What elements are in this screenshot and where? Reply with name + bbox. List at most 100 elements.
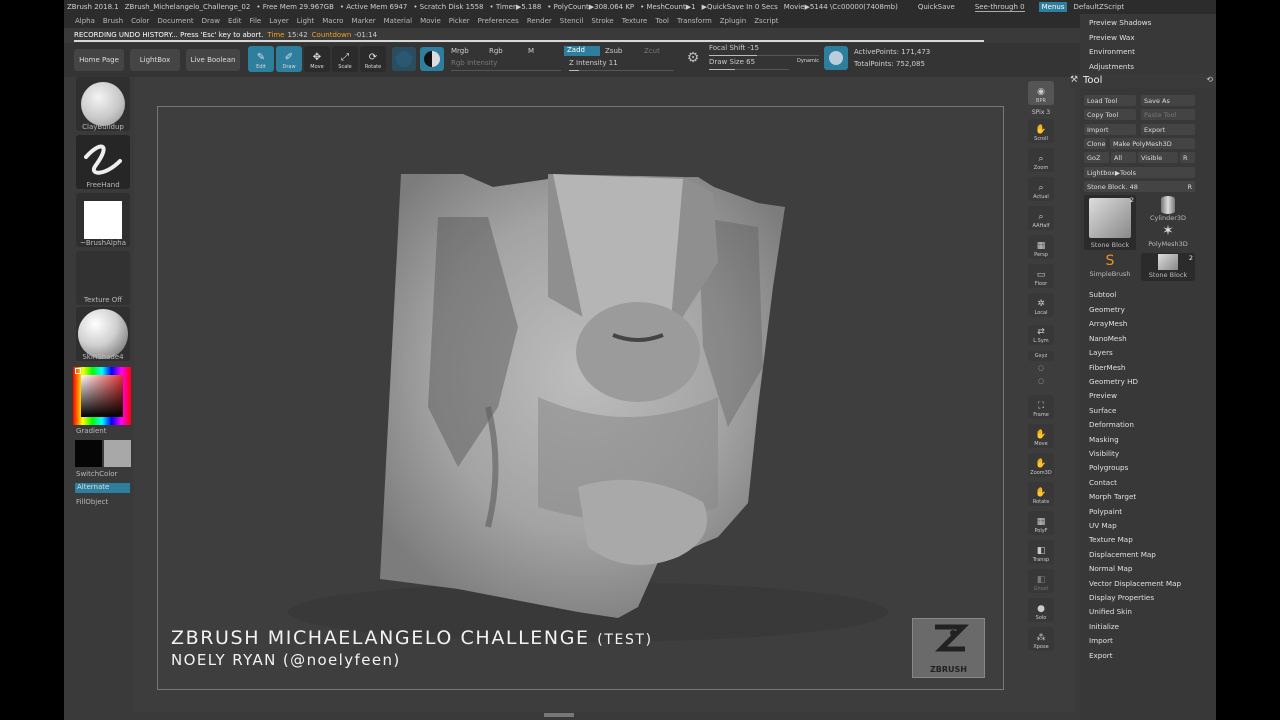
- stroke-settings-icon[interactable]: ⚙: [684, 49, 702, 67]
- subpalette-normal-map[interactable]: Normal Map: [1089, 564, 1132, 573]
- persp-button[interactable]: ▦ Persp: [1028, 235, 1054, 259]
- menu-alpha[interactable]: Alpha: [75, 17, 95, 25]
- save-as-button[interactable]: Save As: [1141, 95, 1195, 106]
- floor-button[interactable]: ▭ Floor: [1028, 264, 1054, 288]
- switch-color-button[interactable]: SwitchColor: [76, 470, 117, 478]
- see-through-slider[interactable]: See-through 0: [974, 3, 1025, 12]
- main-color-swatch[interactable]: [75, 440, 102, 467]
- zsub-button[interactable]: Zsub: [605, 47, 622, 55]
- texture-swatch-button[interactable]: [420, 47, 444, 71]
- xpose-button[interactable]: ⁂ Xpose: [1028, 627, 1054, 651]
- lightbox-tools-button[interactable]: Lightbox▶Tools: [1084, 167, 1195, 178]
- local-button[interactable]: ✲ Local: [1028, 293, 1054, 317]
- subpalette-texture-map[interactable]: Texture Map: [1089, 535, 1133, 544]
- transp-button[interactable]: ◧ Transp: [1028, 540, 1054, 564]
- menu-stencil[interactable]: Stencil: [560, 17, 584, 25]
- menu-preferences[interactable]: Preferences: [478, 17, 519, 25]
- aahalf-button[interactable]: ⌕ AAHalf: [1028, 206, 1054, 230]
- tool-simplebrush[interactable]: S SimpleBrush: [1084, 253, 1136, 281]
- menu-brush[interactable]: Brush: [103, 17, 123, 25]
- subpalette-deformation[interactable]: Deformation: [1089, 420, 1134, 429]
- subpalette-preview[interactable]: Preview: [1089, 391, 1117, 400]
- ghost-button[interactable]: ◧ Ghost: [1028, 569, 1054, 593]
- subpalette-nanomesh[interactable]: NanoMesh: [1089, 334, 1127, 343]
- zadd-button[interactable]: Zadd: [564, 46, 600, 56]
- export-button[interactable]: Export: [1141, 124, 1195, 135]
- menu-texture[interactable]: Texture: [622, 17, 648, 25]
- quicksave-button[interactable]: QuickSave: [918, 3, 955, 11]
- goz-r-button[interactable]: R: [1180, 152, 1195, 163]
- subpalette-initialize[interactable]: Initialize: [1089, 622, 1119, 631]
- tool-palette-header[interactable]: ⚒ Tool ⟲: [1070, 74, 1216, 88]
- goz-button[interactable]: GoZ: [1084, 152, 1109, 163]
- axis-toggle-2[interactable]: ◌: [1028, 377, 1054, 388]
- subpalette-unified-skin[interactable]: Unified Skin: [1089, 607, 1132, 616]
- subpalette-polypaint[interactable]: Polypaint: [1089, 507, 1122, 516]
- move-view-button[interactable]: ✋ Move: [1028, 424, 1054, 448]
- bpr-button[interactable]: ◉ BPR: [1028, 81, 1054, 105]
- menu-tool[interactable]: Tool: [655, 17, 669, 25]
- subpalette-morph-target[interactable]: Morph Target: [1089, 492, 1136, 501]
- menu-zplugin[interactable]: Zplugin: [720, 17, 746, 25]
- dynamic-toggle[interactable]: Dynamic: [797, 58, 819, 64]
- edit-button[interactable]: ✎ Edit: [248, 46, 274, 72]
- gradient-label[interactable]: Gradient: [76, 427, 106, 435]
- subpalette-fibermesh[interactable]: FiberMesh: [1089, 363, 1125, 372]
- secondary-color-swatch[interactable]: [104, 440, 131, 467]
- subpalette-arraymesh[interactable]: ArrayMesh: [1089, 319, 1127, 328]
- subpalette-import[interactable]: Import: [1089, 636, 1113, 645]
- subpalette-display-properties[interactable]: Display Properties: [1089, 593, 1154, 602]
- menu-material[interactable]: Material: [384, 17, 412, 25]
- bottom-tray-handle[interactable]: [544, 713, 574, 717]
- material-swatch-button[interactable]: [392, 47, 416, 71]
- focal-shift-slider[interactable]: Focal Shift -15: [709, 44, 819, 56]
- clone-button[interactable]: Clone: [1084, 138, 1106, 149]
- polyf-button[interactable]: ▦ PolyF: [1028, 511, 1054, 535]
- menu-light[interactable]: Light: [297, 17, 314, 25]
- rgb-button[interactable]: Rgb: [489, 47, 503, 55]
- copy-tool-button[interactable]: Copy Tool: [1084, 109, 1136, 120]
- gxyz-button[interactable]: Gxyz: [1028, 351, 1054, 361]
- menu-render[interactable]: Render: [527, 17, 552, 25]
- rgb-intensity-slider[interactable]: Rgb Intensity: [451, 59, 561, 71]
- subpalette-subtool[interactable]: Subtool: [1089, 290, 1116, 299]
- zoom-button[interactable]: ⌕ Zoom: [1028, 148, 1054, 172]
- frame-button[interactable]: ⛶ Frame: [1028, 395, 1054, 419]
- menu-transform[interactable]: Transform: [677, 17, 712, 25]
- make-polymesh-button[interactable]: Make PolyMesh3D: [1110, 138, 1195, 149]
- menu-document[interactable]: Document: [157, 17, 193, 25]
- m-button[interactable]: M: [528, 47, 534, 55]
- goz-visible-button[interactable]: Visible: [1138, 152, 1178, 163]
- subpalette-polygroups[interactable]: Polygroups: [1089, 463, 1128, 472]
- rotate-button[interactable]: ⟳ Rotate: [360, 46, 386, 72]
- subpalette-surface[interactable]: Surface: [1089, 406, 1116, 415]
- tool-stone-block[interactable]: Stone Block 2: [1084, 195, 1136, 250]
- actual-button[interactable]: ⌕ Actual: [1028, 177, 1054, 201]
- lightbox-button[interactable]: LightBox: [130, 49, 180, 71]
- solo-button[interactable]: ● Solo: [1028, 598, 1054, 622]
- menu-macro[interactable]: Macro: [322, 17, 343, 25]
- live-boolean-button[interactable]: Live Boolean: [186, 49, 240, 71]
- subpalette-masking[interactable]: Masking: [1089, 435, 1119, 444]
- menus-button[interactable]: Menus: [1038, 2, 1068, 12]
- subpalette-export[interactable]: Export: [1089, 651, 1113, 660]
- scale-button[interactable]: ⤢ Scale: [332, 46, 358, 72]
- import-button[interactable]: Import: [1084, 124, 1136, 135]
- subpalette-geometry-hd[interactable]: Geometry HD: [1089, 377, 1138, 386]
- paste-tool-button[interactable]: Paste Tool: [1141, 109, 1195, 120]
- tool-stone-block-2[interactable]: Stone Block 2: [1141, 253, 1195, 281]
- menu-movie[interactable]: Movie: [420, 17, 441, 25]
- environment-item[interactable]: Environment: [1089, 47, 1135, 56]
- home-page-button[interactable]: Home Page: [74, 49, 124, 71]
- menu-edit[interactable]: Edit: [228, 17, 242, 25]
- default-zscript-button[interactable]: DefaultZScript: [1073, 3, 1124, 11]
- preview-shadows-item[interactable]: Preview Shadows: [1089, 18, 1151, 27]
- fill-object-button[interactable]: FillObject: [76, 498, 108, 506]
- menu-stroke[interactable]: Stroke: [591, 17, 613, 25]
- zcut-button[interactable]: Zcut: [644, 47, 660, 55]
- draw-size-slider[interactable]: Draw Size 65: [709, 58, 789, 70]
- goz-all-button[interactable]: All: [1111, 152, 1136, 163]
- tool-cylinder3d[interactable]: Cylinder3D: [1141, 195, 1195, 222]
- rotate-view-button[interactable]: ✋ Rotate: [1028, 482, 1054, 506]
- preview-wax-item[interactable]: Preview Wax: [1089, 33, 1135, 42]
